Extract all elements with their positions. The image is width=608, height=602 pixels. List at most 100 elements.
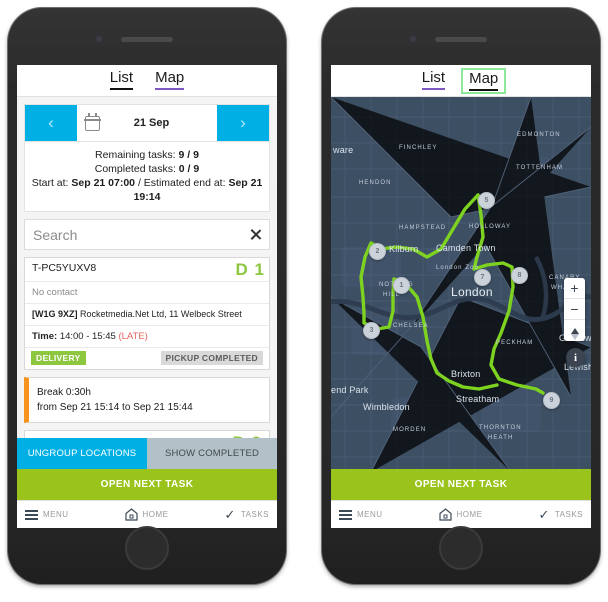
map-stop-marker[interactable]: 7 [474,269,491,286]
map-stop-marker[interactable]: 5 [478,192,495,209]
earpiece-speaker [435,37,487,42]
tabbar-tasks-label: TASKS [554,510,583,519]
map-stop-marker[interactable]: 1 [393,277,410,294]
home-icon [438,508,452,521]
next-day-button[interactable]: › [217,105,269,141]
task-postcode: [W1G 9XZ] [32,309,78,319]
task-time-value: 14:00 - 15:45 [59,331,116,342]
open-next-task-button[interactable]: OPEN NEXT TASK [331,469,591,500]
map-stop-marker[interactable]: 3 [363,322,380,339]
view-tabs-list: List Map [17,65,277,96]
phone-device-map: List Map ware EDMONTON FINCHLEY TOTTENHA… [322,8,600,584]
remaining-tasks-label: Remaining tasks: [95,149,176,161]
tabbar-item-menu[interactable]: MENU [17,509,106,520]
task-type-badge: DELIVERY [31,351,86,365]
bottom-tabbar: MENU HOME ✓ TASKS [17,500,277,528]
calendar-icon [84,112,101,131]
tab-list[interactable]: List [416,68,451,93]
map-stop-marker[interactable]: 8 [511,267,528,284]
phone-device-list: List Map ‹ 21 Sep › Remaining tasks: 9 /… [8,8,286,584]
map-zoom-controls: + − [564,278,585,341]
tabbar-home-label: HOME [142,510,169,519]
show-completed-button[interactable]: SHOW COMPLETED [147,438,277,469]
task-summary: Remaining tasks: 9 / 9 Completed tasks: … [24,142,270,212]
schedule-line: Start at: Sep 21 07:00 / Estimated end a… [31,176,263,204]
map-stop-marker[interactable]: 9 [543,392,560,409]
bottom-tabbar: MENU HOME ✓ TASKS [331,500,591,528]
zoom-out-button[interactable]: − [564,299,585,320]
map-stop-marker[interactable]: 2 [369,243,386,260]
home-icon [124,508,138,521]
current-date: 21 Sep [133,117,170,129]
map-canvas [331,97,591,472]
ungroup-locations-button[interactable]: UNGROUP LOCATIONS [17,438,147,469]
compass-button[interactable] [564,320,585,341]
map-info-button[interactable]: i [566,348,585,367]
hamburger-icon [25,509,38,520]
tabbar-home-label: HOME [456,510,483,519]
segmented-actions: UNGROUP LOCATIONS SHOW COMPLETED [17,438,277,469]
break-title: Break 0:30h [37,387,91,398]
task-time-label: Time: [32,331,58,342]
task-contact: No contact [25,282,269,304]
task-id: T-PC5YUXV8 [32,262,97,274]
app-screen-list: List Map ‹ 21 Sep › Remaining tasks: 9 /… [17,65,277,528]
task-address-row: [W1G 9XZ] Rocketmedia.Net Ltd, 11 Welbec… [25,304,269,326]
tabbar-item-tasks[interactable]: ✓ TASKS [501,506,591,522]
tab-list[interactable]: List [104,68,139,93]
front-camera-icon [409,35,417,43]
completed-tasks-line: Completed tasks: 0 / 9 [31,162,263,176]
hardware-home-button[interactable] [125,526,169,570]
task-state-badge: PICKUP COMPLETED [160,351,263,365]
open-next-task-button[interactable]: OPEN NEXT TASK [17,469,277,500]
tab-map-label: Map [469,69,499,87]
close-icon[interactable] [248,228,261,241]
break-detail: from Sep 21 15:14 to Sep 21 15:44 [37,402,193,413]
remaining-tasks-value: 9 / 9 [178,149,199,161]
task-card[interactable]: T-PC5YUXV8 D 1 No contact [W1G 9XZ] Rock… [24,257,270,370]
schedule-separator: / [137,177,141,189]
tab-map[interactable]: Map [149,68,190,93]
check-icon: ✓ [224,506,236,522]
search-input[interactable] [33,226,248,243]
tabbar-tasks-label: TASKS [240,510,269,519]
tab-map[interactable]: Map [461,67,507,94]
tab-underline [155,88,185,90]
prev-day-button[interactable]: ‹ [25,105,77,141]
bottom-actions-map: OPEN NEXT TASK MENU HOME ✓ TASKS [331,469,591,528]
tabbar-item-home[interactable]: HOME [420,508,501,521]
task-badges: DELIVERY PICKUP COMPLETED [25,348,269,369]
front-camera-icon [95,35,103,43]
list-content: ‹ 21 Sep › Remaining tasks: 9 / 9 Comple… [17,96,277,528]
map-view[interactable]: ware EDMONTON FINCHLEY TOTTENHAM HENDON HAMPS… [331,96,591,528]
task-late-flag: (LATE) [118,331,148,342]
search-bar[interactable] [24,219,270,250]
task-address: Rocketmedia.Net Ltd, 11 Welbeck Street [80,309,242,319]
tab-underline [109,88,134,90]
tab-map-label: Map [155,69,185,86]
date-display[interactable]: 21 Sep [77,105,217,141]
screenshot-stage: List Map ‹ 21 Sep › Remaining tasks: 9 /… [0,0,608,602]
task-list: T-PC5YUXV8 D 1 No contact [W1G 9XZ] Rock… [24,257,270,456]
task-sequence-badge: D 1 [235,260,265,279]
completed-tasks-label: Completed tasks: [94,163,176,175]
tab-list-label: List [421,69,446,86]
break-card[interactable]: Break 0:30h from Sep 21 15:14 to Sep 21 … [24,377,270,423]
chevron-right-icon: › [240,113,246,132]
check-icon: ✓ [538,506,550,522]
zoom-in-button[interactable]: + [564,278,585,299]
app-screen-map: List Map ware EDMONTON FINCHLEY TOTTENHA… [331,65,591,528]
tabbar-item-menu[interactable]: MENU [331,509,420,520]
start-value: Sep 21 07:00 [71,177,136,189]
tabbar-menu-label: MENU [357,510,383,519]
tabbar-menu-label: MENU [43,510,69,519]
tab-underline [421,88,446,90]
task-card-header: T-PC5YUXV8 D 1 [25,258,269,282]
end-label: Estimated end at: [143,177,226,189]
task-time-row: Time: 14:00 - 15:45 (LATE) [25,326,269,348]
tabbar-item-home[interactable]: HOME [106,508,187,521]
hardware-home-button[interactable] [439,526,483,570]
completed-tasks-value: 0 / 9 [178,163,200,175]
tabbar-item-tasks[interactable]: ✓ TASKS [187,506,277,522]
view-tabs-map: List Map [331,65,591,96]
